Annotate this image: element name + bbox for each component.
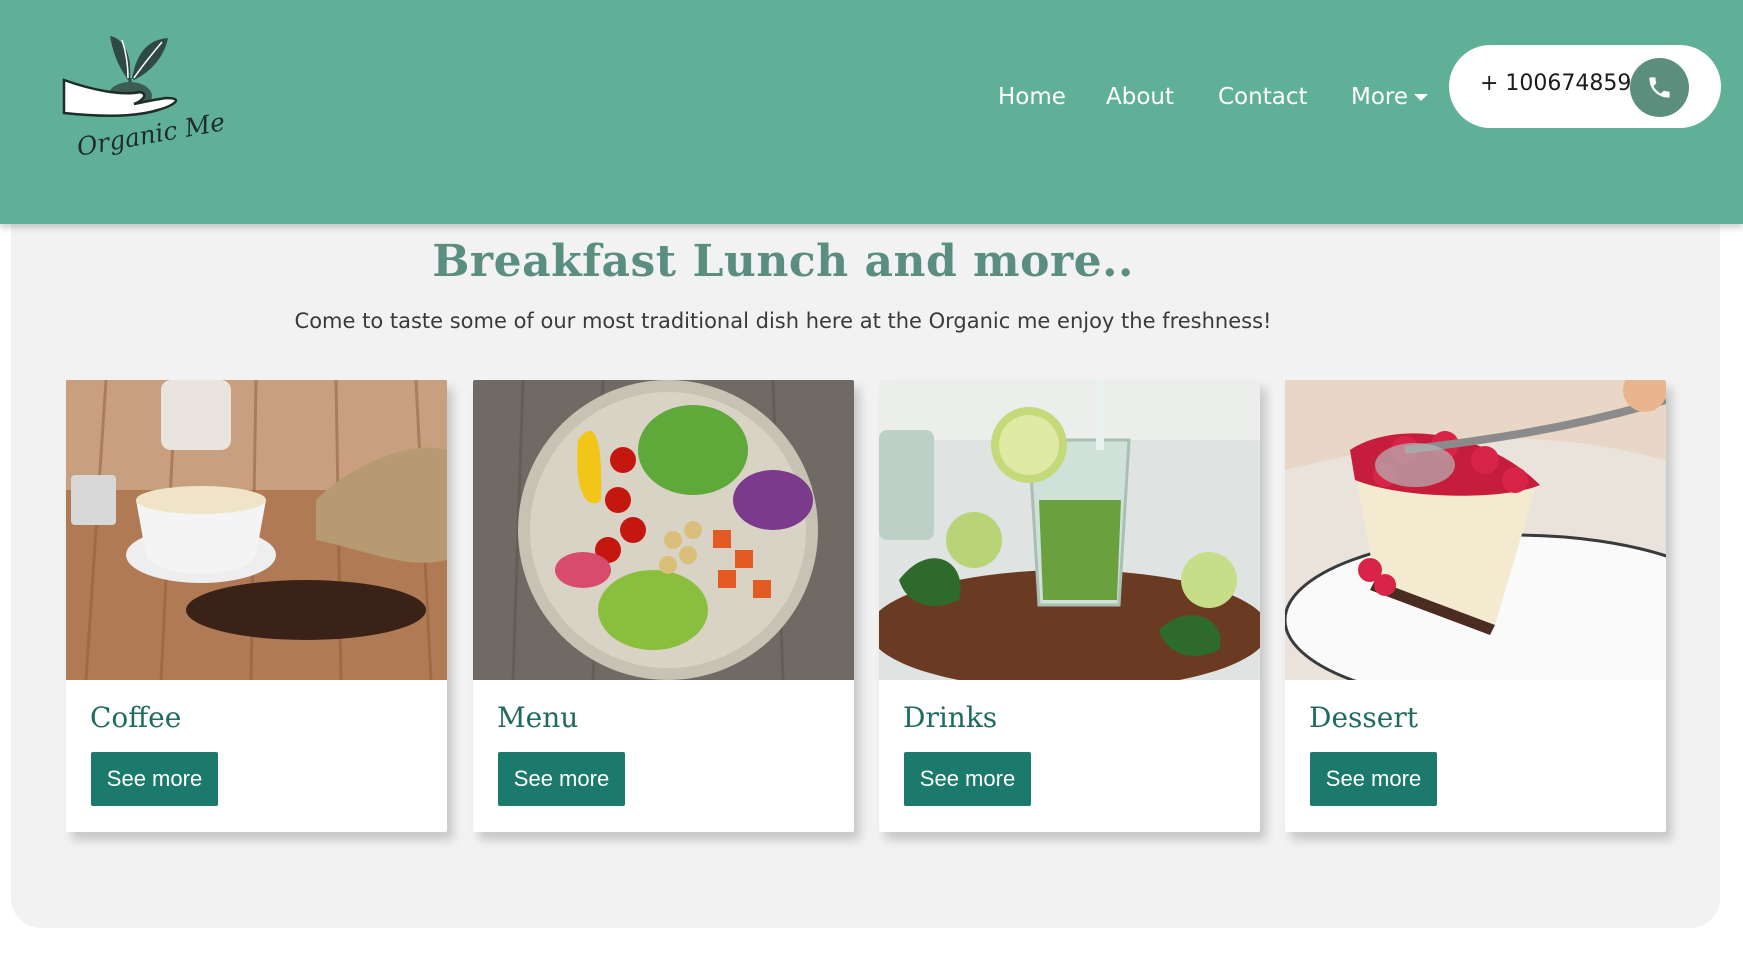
card-coffee: Coffee See more: [66, 380, 447, 832]
mojito-drink-image: [879, 380, 1260, 680]
caret-down-icon: [1414, 94, 1429, 101]
page-subtitle: Come to taste some of our most tradition…: [294, 309, 1272, 333]
card-title: Drinks: [903, 701, 998, 734]
nav-about[interactable]: About: [1106, 84, 1174, 110]
nav-contact[interactable]: Contact: [1218, 84, 1307, 110]
card-menu: Menu See more: [473, 380, 854, 832]
see-more-menu-button[interactable]: See more: [498, 752, 625, 806]
phone-number: + 100674859: [1480, 71, 1632, 96]
card-title: Dessert: [1309, 701, 1418, 734]
card-drinks: Drinks See more: [879, 380, 1260, 832]
site-header: Organic Me Home About Contact More + 100…: [0, 0, 1743, 224]
see-more-dessert-button[interactable]: See more: [1310, 752, 1437, 806]
card-title: Menu: [497, 701, 579, 734]
salad-bowl-image: [473, 380, 854, 680]
brand-logo[interactable]: Organic Me: [62, 28, 227, 178]
call-button[interactable]: [1630, 58, 1689, 117]
card-dessert: Dessert See more: [1285, 380, 1666, 832]
phone-icon: [1649, 77, 1670, 98]
see-more-coffee-button[interactable]: See more: [91, 752, 218, 806]
nav-more-label: More: [1351, 84, 1409, 110]
see-more-drinks-button[interactable]: See more: [904, 752, 1031, 806]
coffee-image: [66, 380, 447, 680]
nav-home[interactable]: Home: [998, 84, 1066, 110]
page-title: Breakfast Lunch and more..: [432, 236, 1134, 287]
cheesecake-image: [1285, 380, 1666, 680]
phone-contact-pill: + 100674859: [1449, 45, 1721, 128]
nav-more-dropdown[interactable]: More: [1351, 84, 1429, 110]
card-title: Coffee: [90, 701, 182, 734]
